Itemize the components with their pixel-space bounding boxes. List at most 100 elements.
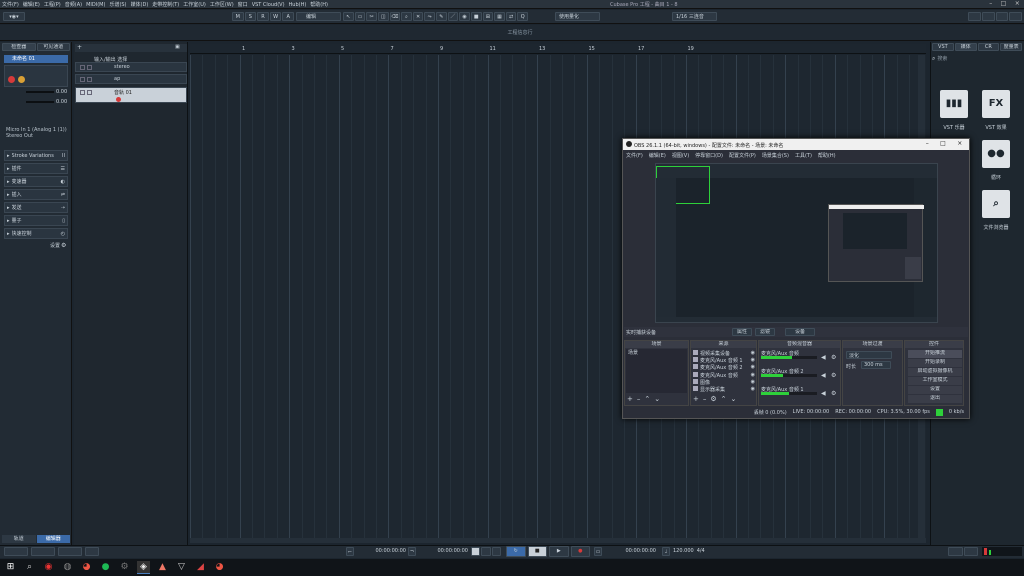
app-red2-icon[interactable]: ◢ [194, 561, 207, 574]
mixer-gear-icon[interactable]: ⚙ [831, 354, 836, 361]
toolbar-s-button[interactable]: S [244, 12, 257, 21]
pan-fader[interactable] [26, 101, 54, 103]
track-row[interactable]: ap [75, 74, 187, 84]
move-up-icon[interactable]: ⌄ [654, 395, 660, 403]
obs-menu-item-2[interactable]: 视图(V) [672, 152, 689, 159]
zoom-icon[interactable]: ⌕ [401, 12, 412, 21]
punch-mode-icon[interactable] [491, 547, 501, 556]
mixer-gear-icon[interactable]: ⚙ [831, 372, 836, 379]
chrome-icon[interactable]: ◕ [80, 561, 93, 574]
layout-full-icon[interactable] [1009, 12, 1022, 21]
track-solo-icon[interactable] [87, 90, 92, 95]
search-icon[interactable]: ⌕ [932, 55, 935, 63]
maximize-icon[interactable]: □ [1001, 0, 1007, 9]
track-solo-icon[interactable] [87, 65, 92, 70]
transport-aq-icon[interactable] [85, 547, 99, 556]
quantize-select[interactable]: 1/16 三连音 [672, 12, 717, 21]
obs-scene-item[interactable]: 场景 [626, 349, 687, 356]
file-browser-icon[interactable]: ⌕ [982, 190, 1010, 218]
add-icon[interactable]: + [627, 395, 633, 403]
menu-item-9[interactable]: 工作区(W) [210, 1, 234, 8]
inspector-track-name[interactable]: 未命名 01 [4, 55, 68, 63]
right-tab-3[interactable]: 度量表 [1000, 43, 1022, 51]
quantize-icon[interactable]: Q [517, 12, 528, 21]
edit-mode-select[interactable]: 编辑 [296, 12, 341, 21]
menu-item-5[interactable]: 乐谱(S) [109, 1, 126, 8]
obs-source-item[interactable]: 麦克风/Aux 音频 1 ◉ [693, 357, 755, 364]
obs-control-button-2[interactable]: 启动虚拟摄像机 [908, 368, 962, 376]
time-format-icon[interactable]: ▭ [594, 547, 602, 556]
obs-menu-item-0[interactable]: 文件(F) [626, 152, 643, 159]
obs-control-button-1[interactable]: 开始录制 [908, 359, 962, 367]
object-select-icon[interactable]: ↖ [343, 12, 354, 21]
obs-menu-item-7[interactable]: 帮助(H) [818, 152, 836, 159]
record-enable-icon[interactable] [8, 76, 15, 83]
toolbar-r-button[interactable]: R [257, 12, 269, 21]
cubase-icon[interactable]: ◈ [137, 561, 150, 574]
primary-time-value[interactable]: 00:00:00:00 [604, 547, 656, 556]
obs-scene-list[interactable]: 场景 [626, 349, 687, 393]
remove-icon[interactable]: – [637, 395, 641, 403]
track-list-options-icon[interactable]: ▣ [175, 44, 180, 50]
menu-item-6[interactable]: 媒体(D) [131, 1, 149, 8]
vlc-icon[interactable]: ▲ [156, 561, 169, 574]
output-routing[interactable]: Stereo Out [6, 133, 68, 139]
chrome2-icon[interactable]: ◕ [213, 561, 226, 574]
toolbar-w-button[interactable]: W [269, 12, 282, 21]
tempo-value[interactable]: 120.000 [673, 547, 694, 556]
piano-icon[interactable]: ▮▮▮ [940, 90, 968, 118]
track-mute-icon[interactable] [80, 90, 85, 95]
tab-editor[interactable]: 编辑器 [36, 535, 70, 543]
inspector-section-4[interactable]: ▸ 发送 ⇢ [4, 202, 68, 213]
right-tab-1[interactable]: 媒体 [954, 43, 977, 51]
track-name[interactable]: 音轨 01 [114, 89, 174, 96]
split-icon[interactable]: ✂ [366, 12, 377, 21]
marker-icon[interactable] [948, 547, 963, 556]
add-track-icon[interactable]: + [77, 44, 82, 51]
inspector-section-5[interactable]: ▸ 量子 ▯ [4, 215, 68, 226]
minimize-icon[interactable]: – [989, 0, 992, 9]
play-icon[interactable]: ▶ [549, 546, 569, 557]
tempo-track-icon[interactable]: ♩ [662, 547, 670, 556]
obs-properties-button[interactable]: 属性 [732, 328, 752, 336]
obs-duration-input[interactable]: 300 ms [861, 361, 891, 369]
play-tool-icon[interactable]: ◉ [459, 12, 470, 21]
obs-device-button[interactable]: 设备 [785, 328, 815, 336]
left-locator-value[interactable]: 00:00:00:00 [356, 547, 406, 556]
cycle-icon[interactable]: ↻ [506, 546, 526, 557]
layout-bottom-icon[interactable] [981, 12, 995, 21]
obs-menu-item-4[interactable]: 配置文件(P) [729, 152, 756, 159]
arrange-scroll-bottom[interactable] [190, 538, 926, 543]
right-locator-value[interactable]: 00:00:00:00 [418, 547, 468, 556]
obs-menu-item-5[interactable]: 场景集合(S) [762, 152, 789, 159]
menu-item-2[interactable]: 工程(P) [44, 1, 61, 8]
snap-icon[interactable]: ⊞ [482, 12, 494, 21]
right-tab-0[interactable]: VST [932, 43, 954, 51]
obs-source-item[interactable]: 麦克风/Aux 音频 2 ◉ [693, 364, 755, 371]
menu-item-11[interactable]: VST Cloud(V) [252, 2, 285, 8]
left-locator-icon[interactable]: ⌐ [346, 547, 354, 556]
visibility-eye-icon[interactable]: ◉ [751, 357, 755, 364]
left-toolbar-button[interactable]: ▾◉▾ [3, 12, 25, 21]
punch-out-icon[interactable] [481, 547, 491, 556]
right-tab-2[interactable]: CR [977, 43, 1000, 51]
range-icon[interactable]: ▭ [354, 12, 366, 21]
glue-icon[interactable]: ◫ [377, 12, 389, 21]
obs-menu-item-1[interactable]: 编辑(E) [649, 152, 666, 159]
tab-inspector[interactable]: 检查器 [2, 43, 36, 51]
move-up-icon[interactable]: ⌃ [721, 395, 727, 403]
punch-in-icon[interactable] [471, 547, 481, 556]
track-name[interactable]: stereo [114, 64, 174, 70]
obs-source-item[interactable]: 视频采集设备 ◉ [693, 350, 755, 357]
layout-right-icon[interactable] [995, 12, 1009, 21]
inspector-section-3[interactable]: ▸ 插入 ⇌ [4, 189, 68, 200]
inspector-section-2[interactable]: ▸ 变速器 ◐ [4, 176, 68, 187]
track-name[interactable]: ap [114, 76, 174, 82]
obs-transition-type[interactable]: 淡化 [846, 351, 892, 359]
track-row[interactable]: 音轨 01 [75, 87, 187, 103]
spotify-icon[interactable]: ● [99, 561, 112, 574]
click-icon[interactable] [963, 547, 978, 556]
obs-minimize-icon[interactable]: – [926, 140, 929, 149]
layout-left-icon[interactable] [968, 12, 981, 21]
transport-tool-icon[interactable] [31, 547, 55, 556]
